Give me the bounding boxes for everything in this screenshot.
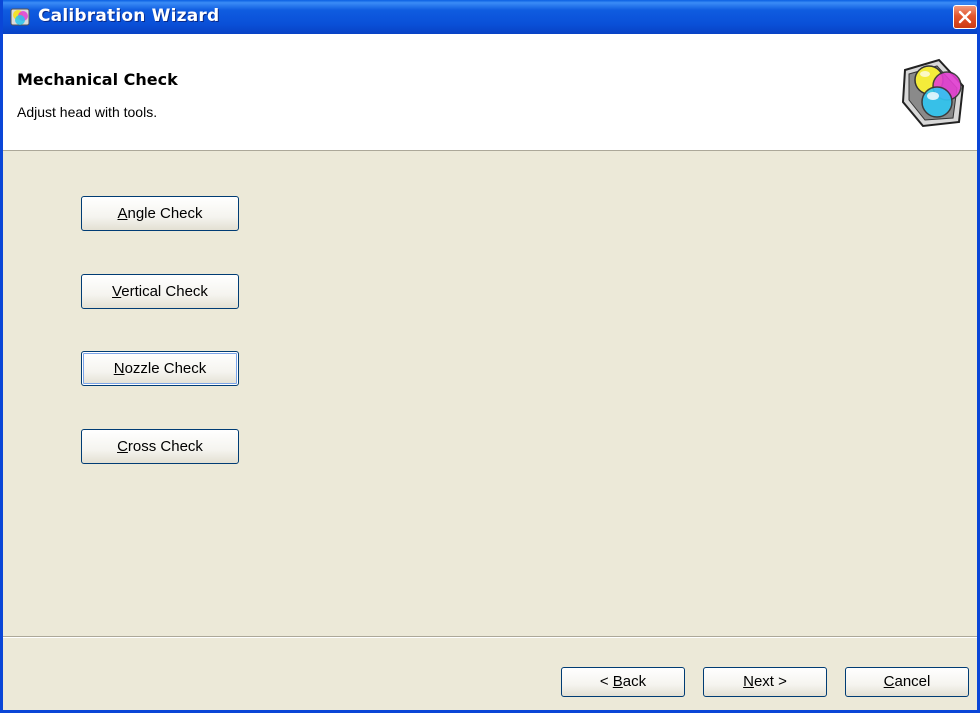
vertical-check-button[interactable]: Vertical Check: [81, 274, 239, 309]
angle-check-button[interactable]: Angle Check: [81, 196, 239, 231]
cross-check-label: ross Check: [127, 438, 203, 455]
back-mnemonic: B: [612, 673, 623, 690]
wizard-header: Mechanical Check Adjust head with tools.: [3, 34, 977, 151]
nozzle-check-mnemonic: N: [113, 360, 125, 377]
back-button[interactable]: < Back: [561, 667, 685, 697]
page-title: Mechanical Check: [17, 70, 178, 89]
close-button[interactable]: [953, 5, 977, 29]
title-bar[interactable]: Calibration Wizard: [3, 0, 977, 34]
nozzle-check-label: ozzle Check: [124, 360, 207, 377]
angle-check-mnemonic: A: [117, 205, 128, 222]
back-prefix: <: [599, 673, 613, 690]
footer-separator: [3, 636, 977, 638]
cancel-mnemonic: C: [883, 673, 895, 690]
cancel-button[interactable]: Cancel: [845, 667, 969, 697]
close-icon: [958, 10, 972, 24]
cross-check-mnemonic: C: [117, 438, 128, 455]
vertical-check-label: ertical Check: [121, 283, 208, 300]
next-button[interactable]: Next >: [703, 667, 827, 697]
vertical-check-mnemonic: V: [112, 283, 122, 300]
next-mnemonic: N: [743, 673, 754, 690]
cross-check-button[interactable]: Cross Check: [81, 429, 239, 464]
back-label: ack: [622, 673, 647, 690]
window-title: Calibration Wizard: [38, 6, 220, 26]
page-subtitle: Adjust head with tools.: [17, 104, 158, 120]
calibration-app-icon: [10, 8, 30, 26]
cancel-label: ancel: [894, 673, 931, 690]
angle-check-label: ngle Check: [127, 205, 203, 222]
calibration-color-icon: [901, 58, 965, 128]
calibration-wizard-window: Calibration Wizard Mechanical Check Adju…: [0, 0, 980, 713]
nozzle-check-button[interactable]: Nozzle Check: [81, 351, 239, 386]
next-label: ext >: [753, 673, 787, 690]
